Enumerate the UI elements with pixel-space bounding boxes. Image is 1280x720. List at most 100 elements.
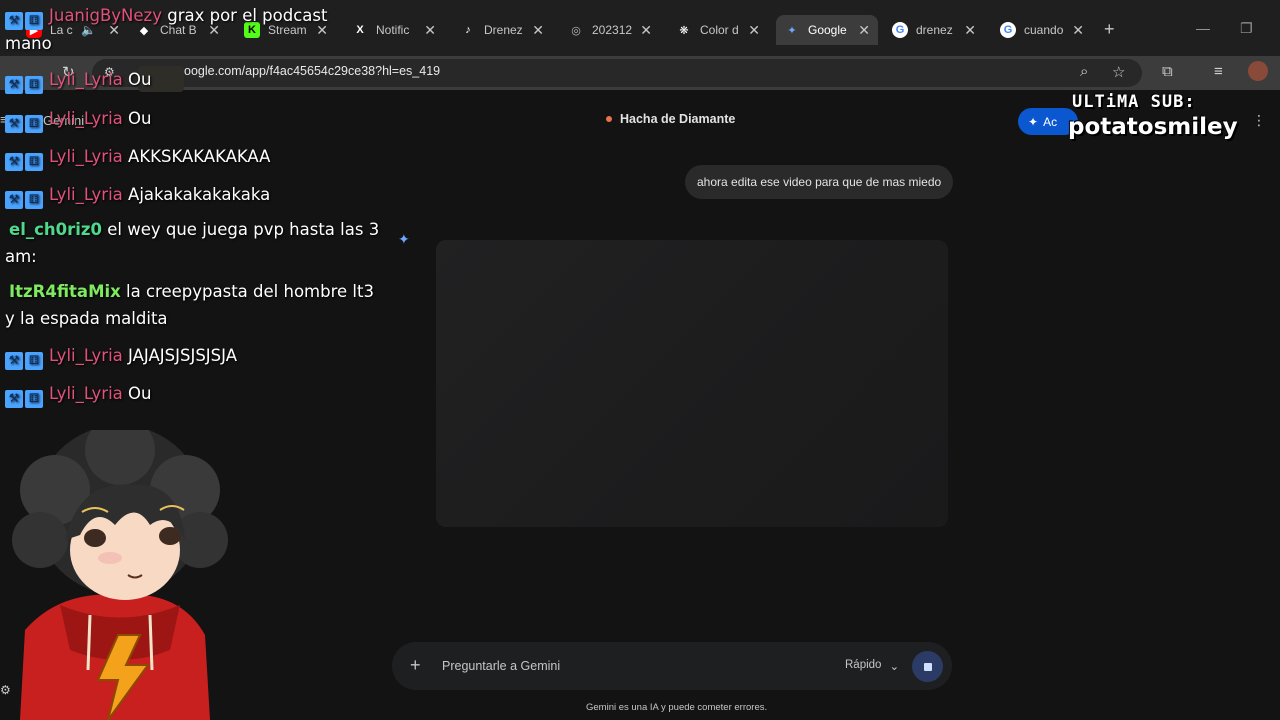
badge-icon: ⚅ [25, 190, 43, 209]
gemini-spark-icon: ✦ [398, 231, 410, 247]
chat-message: el_ch0riz0 el wey que juega pvp hasta la… [5, 216, 379, 270]
chat-message: ⚒ ⚅ Lyli_Lyria JAJAJSJSJSJSJA [5, 342, 237, 370]
stop-icon [923, 662, 932, 671]
video-loading-placeholder [436, 240, 948, 527]
user-message: ahora edita ese video para que de mas mi… [685, 165, 954, 199]
stop-button[interactable] [912, 651, 943, 682]
chat-title-text: Hacha de Diamante [620, 112, 736, 126]
media-controls-icon[interactable]: ≡ [1214, 63, 1223, 80]
tab-label: Notific [376, 23, 410, 37]
close-icon[interactable]: ✕ [748, 22, 760, 39]
tab-gemini-active[interactable]: ✦ Google ✕ [776, 15, 878, 45]
disclaimer: Gemini es una IA y puede cometer errores… [586, 702, 768, 713]
chat-username: Lyli_Lyria [49, 70, 123, 89]
chat-badges: ⚒ ⚅ [5, 152, 43, 171]
user-message-text: ahora edita ese video para que de mas mi… [697, 175, 942, 189]
chat-username: Lyli_Lyria [49, 185, 123, 204]
x-icon: X [356, 24, 364, 36]
chat-message: ItzR4fitaMix la creepypasta del hombre l… [5, 278, 374, 332]
prompt-placeholder[interactable]: Preguntarle a Gemini [442, 659, 560, 673]
badge-icon: ⚅ [25, 75, 43, 94]
chat-username: el_ch0riz0 [9, 220, 102, 239]
badge-icon: ⚒ [5, 152, 23, 171]
badge-icon: ⚅ [25, 389, 43, 408]
chat-message: ⚒ ⚅ Lyli_Lyria Ajakakakakakaka [5, 181, 270, 209]
close-icon[interactable]: ✕ [640, 22, 652, 39]
chat-badges: ⚒ ⚅ [5, 11, 43, 30]
tab-label: 202312 [592, 23, 633, 37]
new-tab-button[interactable]: + [1104, 19, 1115, 40]
mode-select[interactable]: Rápido ⌄ [845, 659, 899, 673]
close-icon[interactable]: ✕ [532, 22, 544, 39]
chat-title[interactable]: Hacha de Diamante [606, 112, 735, 126]
tab-tiktok[interactable]: ♪ Drenez ✕ [452, 15, 552, 45]
close-icon[interactable]: ✕ [1072, 22, 1084, 39]
close-icon[interactable]: ✕ [424, 22, 436, 39]
bookmark-star-icon[interactable]: ☆ [1112, 63, 1125, 81]
tab-globe[interactable]: ◎ 202312 ✕ [560, 15, 660, 45]
url-text[interactable]: oogle.com/app/f4ac45654c29ce38?hl=es_419 [184, 64, 440, 78]
tab-label: drenez [916, 23, 953, 37]
tab-label: Drenez [484, 23, 523, 37]
chat-username: Lyli_Lyria [49, 384, 123, 403]
chat-text: Ajakakakakakaka [128, 185, 271, 204]
chat-text: grax por el podcast [167, 6, 328, 25]
chat-text: JAJAJSJSJSJSJA [128, 346, 237, 365]
chat-text: AKKSKAKAKAKAA [128, 147, 271, 166]
tab-label: Google [808, 23, 847, 37]
vtuber-avatar [12, 430, 228, 720]
close-icon[interactable]: ✕ [858, 22, 870, 39]
upgrade-label: Ac [1043, 114, 1058, 129]
chat-badges: ⚒ ⚅ [5, 190, 43, 209]
chevron-down-icon: ⌄ [889, 661, 900, 673]
google-icon: G [1000, 22, 1016, 38]
close-icon[interactable]: ✕ [964, 22, 976, 39]
badge-icon: ⚒ [5, 351, 23, 370]
chat-text: Ou [128, 109, 152, 128]
tab-google-cuando[interactable]: G cuando ✕ [992, 15, 1092, 45]
search-icon[interactable]: ⌕ [1080, 63, 1088, 80]
minimize-icon[interactable]: — [1196, 20, 1210, 36]
last-sub-overlay: ULTiMA SUB: potatosmiley [1062, 86, 1260, 144]
badge-icon: ⚒ [5, 11, 23, 30]
badge-icon: ⚒ [5, 75, 23, 94]
chat-message: ⚒ ⚅ Lyli_Lyria Ou [5, 105, 152, 133]
chat-badges: ⚒ ⚅ [5, 389, 43, 408]
profile-avatar[interactable] [1248, 61, 1268, 81]
badge-icon: ⚅ [25, 351, 43, 370]
chat-username: Lyli_Lyria [49, 346, 123, 365]
chat-message: ⚒ ⚅ Lyli_Lyria AKKSKAKAKAKAA [5, 143, 270, 171]
chat-badges: ⚒ ⚅ [5, 75, 43, 94]
badge-icon: ⚅ [25, 114, 43, 133]
mode-label: Rápido [845, 659, 882, 671]
chat-message: ⚒ ⚅ Lyli_Lyria Ou [5, 66, 152, 94]
add-attachment-icon[interactable]: + [410, 655, 421, 676]
google-icon: G [892, 22, 908, 38]
chat-text: el wey que juega pvp hasta las 3 [107, 220, 380, 239]
tab-google-drenez[interactable]: G drenez ✕ [884, 15, 984, 45]
openai-icon: ❋ [679, 24, 689, 37]
restore-icon[interactable]: ❐ [1240, 20, 1253, 37]
badge-icon: ⚅ [25, 152, 43, 171]
chat-message: ⚒ ⚅ JuanigByNezy grax por el podcast mano [5, 2, 327, 57]
chat-badges: ⚒ ⚅ [5, 114, 43, 133]
chat-text: la creepypasta del hombre lt3 [126, 282, 374, 301]
badge-icon: ⚅ [25, 11, 43, 30]
chat-text-continued: y la espada maldita [5, 309, 168, 328]
tab-color[interactable]: ❋ Color d ✕ [668, 15, 768, 45]
chat-text-continued: mano [5, 33, 52, 53]
extensions-icon[interactable]: ⧉ [1162, 63, 1173, 80]
settings-gear-icon: ⚙ [0, 683, 11, 697]
sparkle-icon: ✦ [1028, 114, 1039, 129]
tab-notifications[interactable]: X Notific ✕ [344, 15, 444, 45]
chat-username: Lyli_Lyria [49, 109, 123, 128]
chat-username: Lyli_Lyria [49, 147, 123, 166]
chat-message: ⚒ ⚅ Lyli_Lyria Ou [5, 380, 152, 408]
last-sub-name: potatosmiley [1068, 114, 1238, 140]
tab-label: Color d [700, 23, 739, 37]
globe-icon: ◎ [571, 24, 581, 37]
chat-text-continued: am: [5, 247, 37, 266]
last-sub-label: ULTiMA SUB: [1072, 92, 1196, 112]
badge-icon: ⚒ [5, 389, 23, 408]
badge-icon: ⚒ [5, 114, 23, 133]
